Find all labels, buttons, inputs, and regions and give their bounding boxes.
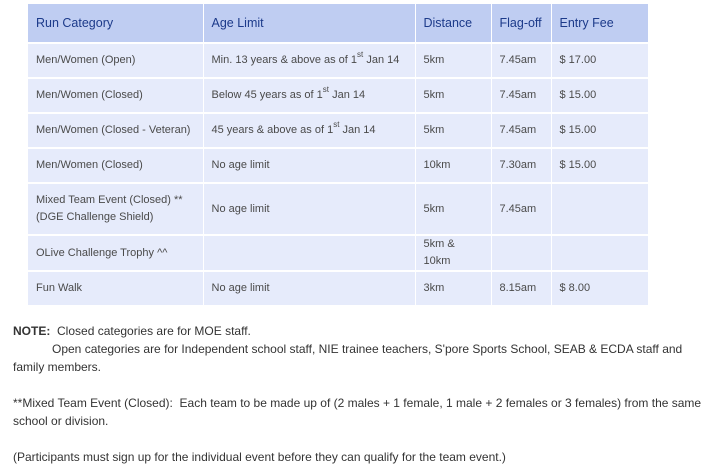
cell-entry-fee: $ 17.00	[551, 42, 648, 78]
table-header-row: Run Category Age Limit Distance Flag-off…	[28, 4, 648, 43]
age-limit-text: No age limit	[211, 202, 270, 215]
notes-section: NOTE: Closed categories are for MOE staf…	[13, 322, 703, 466]
run-category-table: Run Category Age Limit Distance Flag-off…	[28, 4, 648, 305]
run-category-line: Men/Women (Closed)	[36, 89, 143, 101]
table-row: Fun Walk No age limit 3km 8.15am $ 8.00	[28, 270, 648, 305]
run-category-line: Men/Women (Open)	[36, 54, 136, 66]
age-limit-text: Jan 14	[363, 54, 400, 66]
cell-run-category: OLive Challenge Trophy ^^	[28, 234, 204, 271]
table-row: Men/Women (Closed - Veteran) 45 years & a…	[28, 112, 648, 148]
age-limit-text: 45 years & above as of 1	[211, 124, 334, 136]
run-category-line: Men/Women (Closed - Veteran)	[36, 124, 191, 136]
cell-age-limit	[203, 234, 416, 271]
table-row: OLive Challenge Trophy ^^ 5km & 10km	[28, 234, 648, 271]
note-line-1: NOTE: Closed categories are for MOE staf…	[13, 322, 703, 340]
run-category-line: Fun Walk	[36, 282, 83, 294]
age-limit-text: Min. 13 years & above as of 1	[211, 54, 358, 66]
table-row: Men/Women (Closed) Below 45 years as of 1…	[28, 77, 648, 113]
cell-distance: 5km	[415, 182, 492, 235]
cell-run-category: Men/Women (Closed)	[28, 147, 204, 183]
cell-run-category: Men/Women (Closed - Veteran)	[28, 112, 204, 148]
cell-entry-fee: $ 15.00	[551, 147, 648, 183]
cell-flag-off: 7.30am	[491, 147, 552, 183]
cell-age-limit: 45 years & above as of 1st Jan 14	[203, 112, 416, 148]
cell-distance: 5km	[415, 112, 492, 148]
cell-run-category: Men/Women (Closed)	[28, 77, 204, 113]
cell-distance: 5km	[415, 77, 492, 113]
age-limit-text: Jan 14	[329, 89, 366, 101]
header-age-limit: Age Limit	[203, 4, 416, 43]
cell-distance: 3km	[415, 270, 492, 305]
cell-age-limit: No age limit	[203, 270, 416, 305]
cell-run-category: Mixed Team Event (Closed) ** (DGE Challen…	[28, 182, 204, 235]
cell-entry-fee: $ 15.00	[551, 112, 648, 148]
age-limit-superscript: st	[357, 50, 364, 60]
header-run-category: Run Category	[28, 4, 204, 43]
cell-flag-off: 7.45am	[491, 77, 552, 113]
cell-flag-off: 7.45am	[491, 112, 552, 148]
table-row: Mixed Team Event (Closed) ** (DGE Challen…	[28, 182, 648, 235]
cell-flag-off	[491, 234, 552, 271]
mixed-team-label: **Mixed Team Event (Closed):	[13, 396, 173, 410]
participants-note: (Participants must sign up for the indiv…	[13, 450, 506, 464]
cell-age-limit: No age limit	[203, 147, 416, 183]
age-limit-text: Below 45 years as of 1	[211, 89, 323, 101]
cell-entry-fee: $ 15.00	[551, 77, 648, 113]
note-open-text: Open categories are for Independent scho…	[13, 342, 683, 374]
cell-flag-off: 8.15am	[491, 270, 552, 305]
cell-age-limit: Below 45 years as of 1st Jan 14	[203, 77, 416, 113]
header-flag-off: Flag-off	[491, 4, 552, 43]
cell-entry-fee: $ 8.00	[551, 270, 648, 305]
cell-distance: 10km	[415, 147, 492, 183]
age-limit-text: Jan 14	[339, 124, 376, 136]
cell-run-category: Fun Walk	[28, 270, 204, 305]
cell-run-category: Men/Women (Open)	[28, 42, 204, 78]
cell-entry-fee	[551, 234, 648, 271]
age-limit-superscript: st	[322, 85, 330, 95]
cell-flag-off: 7.45am	[491, 42, 552, 78]
run-category-line: Men/Women (Closed)	[36, 159, 143, 171]
table-row: Men/Women (Closed) No age limit 10km 7.30am…	[28, 147, 648, 183]
run-category-line: OLive Challenge Trophy ^^	[36, 246, 168, 259]
run-category-line: (DGE Challenge Shield)	[36, 211, 154, 223]
note-closed-text: Closed categories are for MOE staff.	[57, 324, 251, 338]
cell-distance: 5km & 10km	[415, 234, 492, 271]
cell-distance: 5km	[415, 42, 492, 78]
header-entry-fee: Entry Fee	[551, 4, 648, 43]
note-label: NOTE:	[13, 324, 51, 338]
age-limit-superscript: st	[333, 120, 340, 130]
note-line-2: Open categories are for Independent scho…	[13, 340, 703, 376]
age-limit-text: No age limit	[211, 159, 270, 171]
cell-entry-fee	[551, 182, 648, 235]
run-category-line: Mixed Team Event (Closed) **	[36, 194, 183, 206]
cell-age-limit: No age limit	[203, 182, 416, 235]
header-distance: Distance	[415, 4, 492, 43]
cell-age-limit: Min. 13 years & above as of 1st Jan 14	[203, 42, 416, 78]
cell-flag-off: 7.45am	[491, 182, 552, 235]
age-limit-text: No age limit	[211, 282, 270, 294]
table-row: Men/Women (Open) Min. 13 years & above as…	[28, 42, 648, 78]
mixed-team-note: **Mixed Team Event (Closed): Each team t…	[13, 394, 703, 430]
